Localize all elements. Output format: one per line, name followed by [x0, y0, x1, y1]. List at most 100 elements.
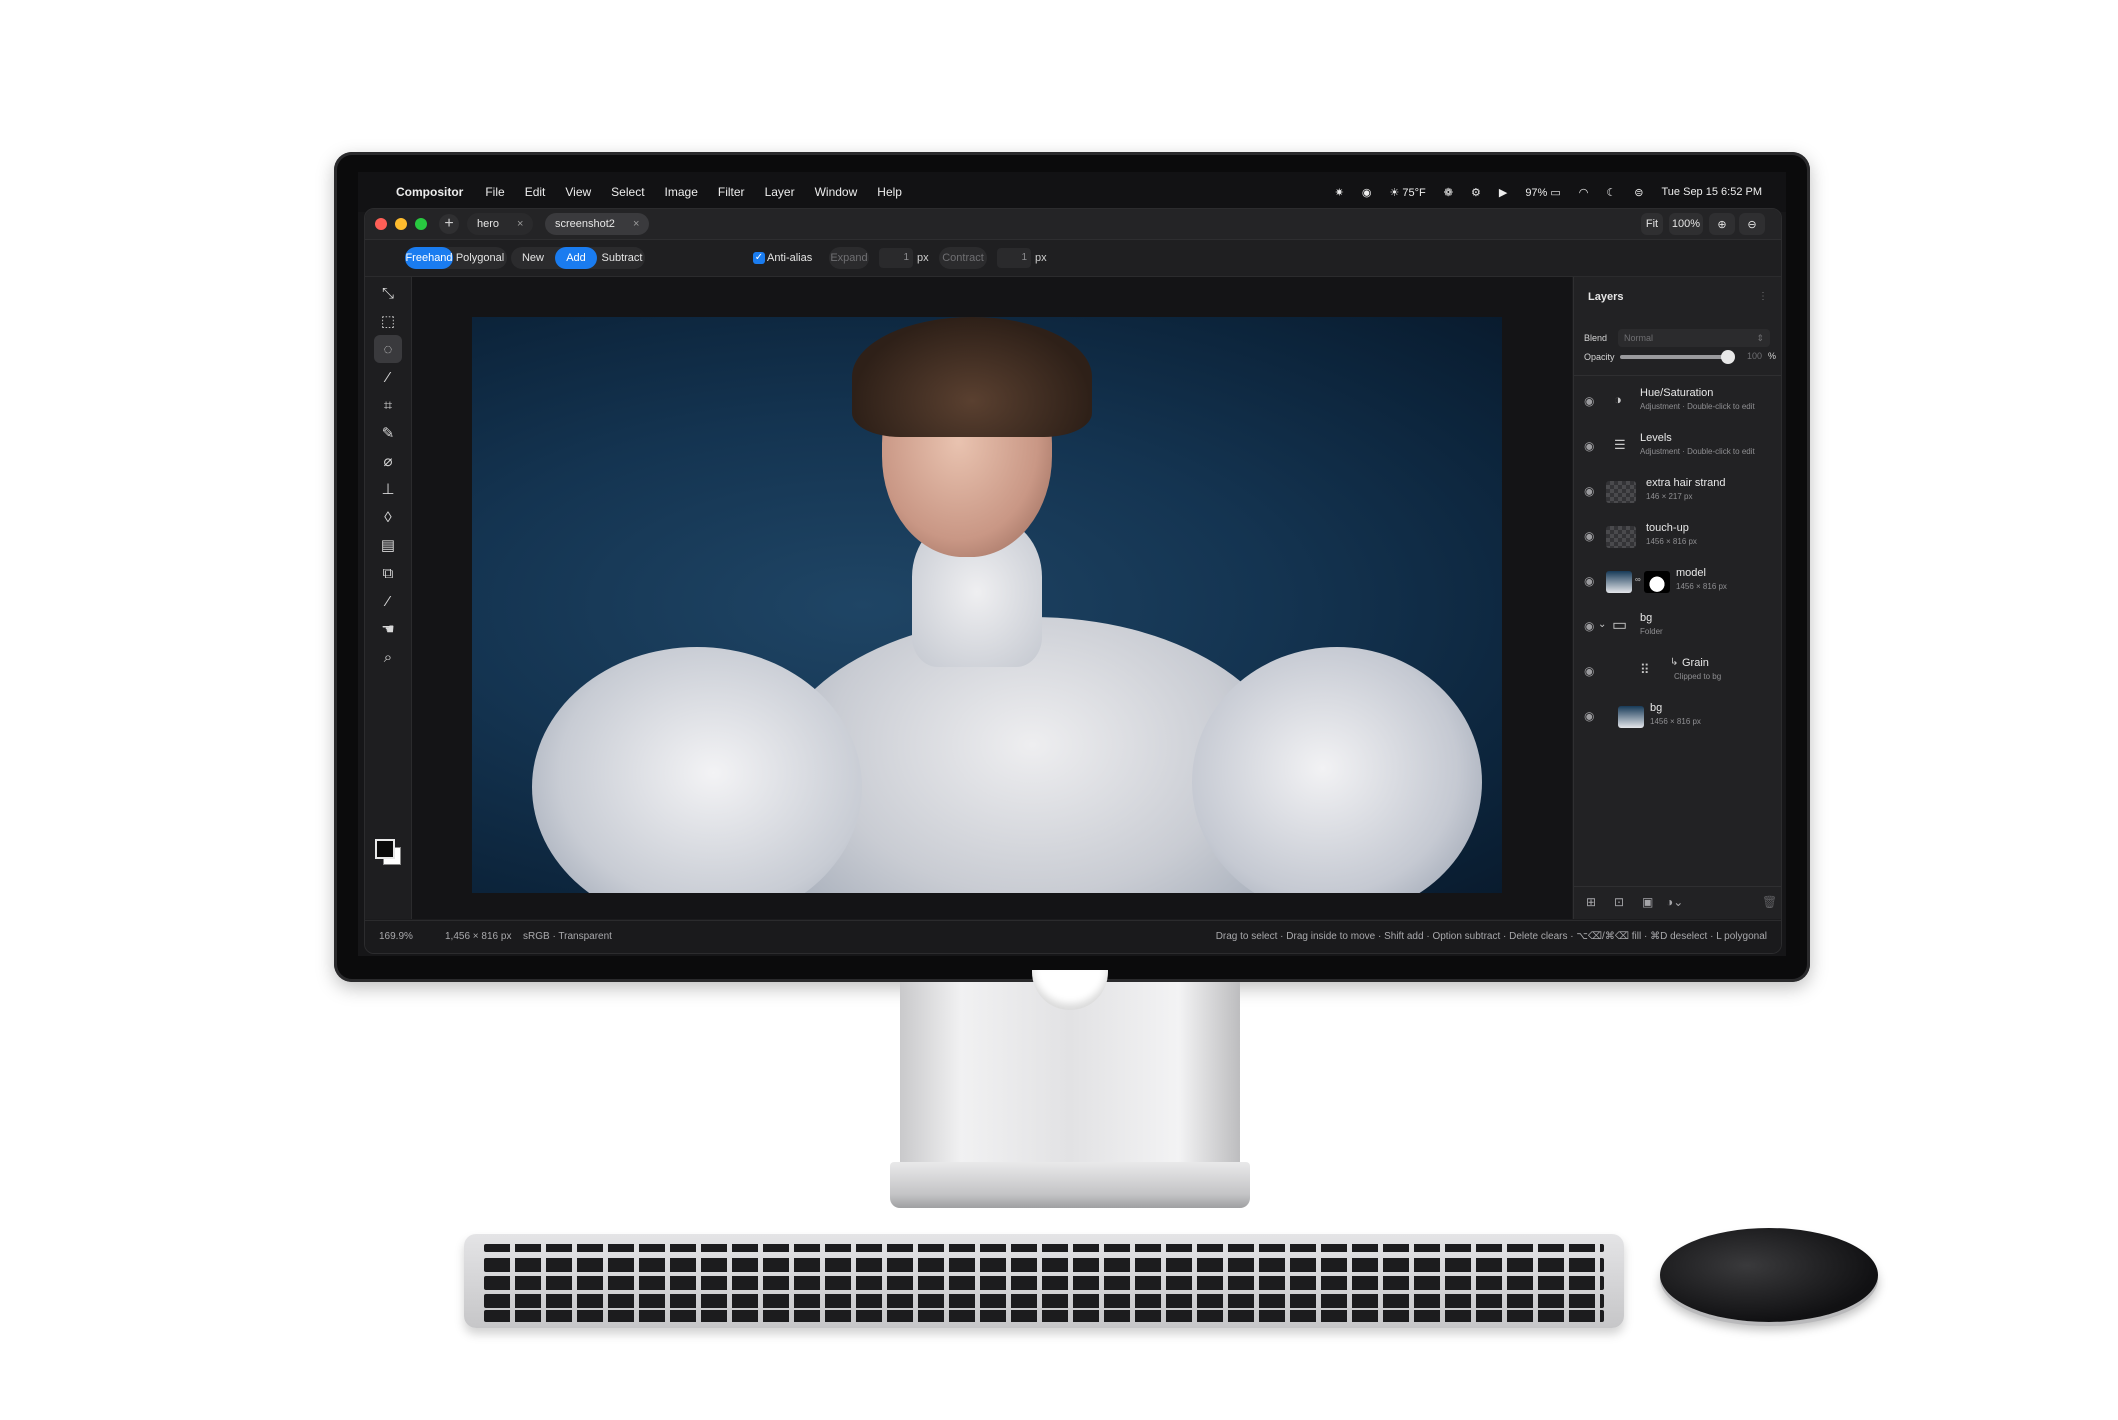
eye-icon[interactable]: ◉ [1584, 619, 1594, 633]
layer-subtitle: Clipped to bg [1674, 672, 1722, 681]
zoom-out-icon[interactable]: ⊖ [1739, 213, 1765, 235]
layer-row-extra-hair-strand[interactable]: ◉ extra hair strand 146 × 217 px [1574, 471, 1781, 515]
control-center-icon[interactable]: ⊜ [1634, 186, 1643, 199]
screen-record-icon[interactable]: ◉ [1362, 186, 1372, 199]
layer-row-hue-saturation[interactable]: ◉ ◑ Hue/Saturation Adjustment · Double-c… [1574, 381, 1781, 425]
clock[interactable]: Tue Sep 15 6:52 PM [1662, 186, 1763, 198]
shape-icon[interactable]: ⧉ [374, 559, 402, 587]
battery-item[interactable]: 97% ▭ [1525, 186, 1560, 199]
title-bar: + hero × screenshot2 × Fit 100% ⊕ ⊖ [365, 209, 1781, 240]
drop-icon[interactable]: ◊ [374, 503, 402, 531]
contract-input[interactable]: 1 [997, 248, 1031, 268]
menu-select[interactable]: Select [611, 185, 644, 199]
minimize-window-button[interactable] [395, 218, 407, 230]
mask-icon[interactable]: ▣ [1642, 895, 1653, 909]
bandage-icon[interactable]: ⌀ [374, 447, 402, 475]
tab-screenshot2[interactable]: screenshot2 × [545, 213, 650, 235]
menu-help[interactable]: Help [877, 185, 902, 199]
menu-file[interactable]: File [485, 185, 504, 199]
contract-unit: px [1035, 252, 1047, 264]
expand-input[interactable]: 1 [879, 248, 913, 268]
layer-row-levels[interactable]: ◉ ☰ Levels Adjustment · Double-click to … [1574, 426, 1781, 470]
blend-mode-select[interactable]: Normal ⇕ [1618, 329, 1770, 347]
menu-edit[interactable]: Edit [525, 185, 546, 199]
lasso-icon[interactable]: ◌ [374, 335, 402, 363]
brush-icon[interactable]: ✎ [374, 419, 402, 447]
menu-filter[interactable]: Filter [718, 185, 745, 199]
focus-moon-icon[interactable]: ☾ [1606, 186, 1616, 199]
subtract-selection-button[interactable]: Subtract [599, 247, 645, 269]
fit-button[interactable]: Fit [1641, 213, 1663, 235]
opacity-input[interactable]: 100 [1740, 351, 1762, 361]
eye-icon[interactable]: ◉ [1584, 529, 1594, 543]
eye-icon[interactable]: ◉ [1584, 484, 1594, 498]
layer-name: Levels [1640, 432, 1672, 444]
crop-icon[interactable]: ⌗ [374, 391, 402, 419]
magic-wand-icon[interactable]: ⁄ [374, 363, 402, 391]
link-icon[interactable]: ∞ [1635, 575, 1641, 584]
anti-alias-checkbox[interactable]: ✓ [753, 252, 765, 264]
zoom-level[interactable]: 100% [1669, 213, 1703, 235]
zoom-window-button[interactable] [415, 218, 427, 230]
eye-icon[interactable]: ◉ [1584, 574, 1594, 588]
move-icon[interactable]: ⤡ [374, 279, 402, 307]
openai-icon[interactable]: ❁ [1444, 186, 1453, 199]
hair [852, 317, 1092, 437]
new-selection-button[interactable]: New [513, 247, 553, 269]
tab-hero[interactable]: hero × [467, 213, 534, 235]
keyboard [464, 1234, 1624, 1328]
screen: Compositor File Edit View Select Image F… [358, 172, 1786, 956]
new-tab-button[interactable]: + [439, 214, 459, 234]
wifi-icon[interactable]: ◠ [1579, 186, 1589, 199]
layer-row-model[interactable]: ◉ ∞ model 1456 × 816 px [1574, 561, 1781, 605]
hand-icon[interactable]: ☚ [374, 615, 402, 643]
polygonal-button[interactable]: Polygonal [455, 247, 505, 269]
canvas-area[interactable] [412, 277, 1572, 919]
chevron-down-icon[interactable]: ⌄ [1598, 619, 1606, 630]
foreground-color-swatch[interactable] [375, 839, 395, 859]
layer-row-bg-folder[interactable]: ◉ ⌄ ▭ bg Folder [1574, 606, 1781, 650]
zoom-in-icon[interactable]: ⊕ [1709, 213, 1735, 235]
menu-layer[interactable]: Layer [765, 185, 795, 199]
close-icon[interactable]: × [517, 218, 523, 230]
trash-icon[interactable]: 🗑 [1762, 895, 1777, 909]
brightness-icon[interactable]: ✷ [1335, 186, 1344, 199]
right-sleeve [1192, 647, 1482, 893]
canvas-image[interactable] [472, 317, 1502, 893]
blend-label: Blend [1584, 333, 1608, 343]
new-folder-icon[interactable]: ⊡ [1614, 895, 1624, 909]
control-icon[interactable]: ⚙ [1471, 186, 1481, 199]
app-menu[interactable]: Compositor [396, 185, 463, 199]
eye-icon[interactable]: ◉ [1584, 664, 1594, 678]
adjustment-menu-icon[interactable]: ◑⌄ [1666, 895, 1683, 909]
add-selection-button[interactable]: Add [555, 247, 597, 269]
weather-item[interactable]: ☀ 75°F [1389, 186, 1425, 199]
close-icon[interactable]: × [633, 218, 639, 230]
expand-button[interactable]: Expand [829, 247, 869, 269]
opacity-slider-thumb[interactable] [1721, 350, 1735, 364]
opacity-slider-track[interactable] [1620, 355, 1728, 359]
menu-image[interactable]: Image [665, 185, 698, 199]
layer-row-bg[interactable]: ◉ bg 1456 × 816 px [1574, 696, 1781, 740]
eye-icon[interactable]: ◉ [1584, 394, 1594, 408]
play-icon[interactable]: ▶ [1499, 186, 1507, 199]
layer-row-touch-up[interactable]: ◉ touch-up 1456 × 816 px [1574, 516, 1781, 560]
freehand-button[interactable]: Freehand [405, 247, 453, 269]
marquee-icon[interactable]: ⬚ [374, 307, 402, 335]
new-layer-icon[interactable]: ⊞ [1586, 895, 1596, 909]
panel-menu-icon[interactable]: ⋮ [1758, 291, 1768, 302]
stamp-icon[interactable]: ⊥ [374, 475, 402, 503]
tab-label: hero [477, 218, 500, 230]
layer-subtitle: 146 × 217 px [1646, 492, 1693, 501]
layer-row-grain[interactable]: ◉ ⠿ ↳ Grain Clipped to bg [1574, 651, 1781, 695]
close-window-button[interactable] [375, 218, 387, 230]
zoom-icon[interactable]: ⌕ [374, 643, 402, 671]
eye-icon[interactable]: ◉ [1584, 709, 1594, 723]
menu-window[interactable]: Window [815, 185, 858, 199]
layer-subtitle: 1456 × 816 px [1650, 717, 1701, 726]
gradient-icon[interactable]: ▤ [374, 531, 402, 559]
menu-view[interactable]: View [565, 185, 591, 199]
eyedropper-icon[interactable]: ⁄ [374, 587, 402, 615]
eye-icon[interactable]: ◉ [1584, 439, 1594, 453]
contract-button[interactable]: Contract [939, 247, 987, 269]
